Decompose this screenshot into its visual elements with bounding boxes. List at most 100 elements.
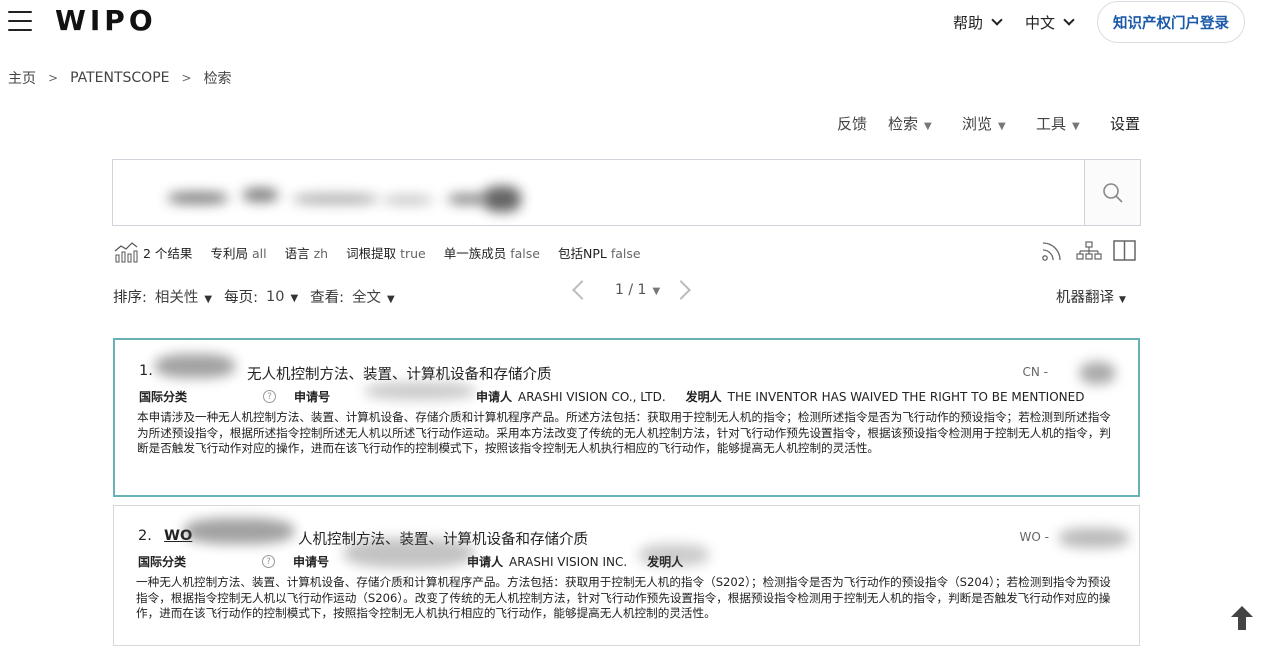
redacted-query (383, 196, 433, 204)
sort-label: 排序: (113, 290, 147, 306)
office-label: 专利局 (210, 245, 248, 261)
machine-translation-dropdown[interactable]: 机器翻译 ▼ (1056, 286, 1126, 307)
per-page-label: 每页: (224, 290, 258, 306)
help-label: 帮助 (953, 14, 984, 32)
sort-dropdown[interactable]: 相关性 ▼ (155, 286, 212, 307)
prev-page-icon[interactable] (572, 280, 592, 300)
page-indicator: 1 / 1 (615, 282, 647, 298)
hamburger-menu-icon[interactable] (8, 11, 32, 31)
dropdown-triangle-icon: ▼ (652, 286, 661, 297)
breadcrumb-current: 检索 (203, 71, 232, 87)
per-page-value: 10 (265, 288, 285, 305)
pagination: 1 / 1 ▼ (572, 280, 692, 300)
breadcrumb-home[interactable]: 主页 (8, 68, 36, 88)
language-filter: 语言 zh (285, 243, 329, 262)
search-menu-label: 检索 (888, 115, 919, 133)
view-dropdown[interactable]: 全文 ▼ (352, 286, 395, 307)
chevron-down-icon (1063, 14, 1075, 26)
results-count: 2 个结果 (143, 245, 193, 261)
dropdown-triangle-icon: ▼ (290, 292, 299, 304)
result-abstract: 一种无人机控制方法、装置、计算机设备、存储介质和计算机程序产品。方法包括：获取用… (136, 575, 1111, 620)
help-menu[interactable]: 帮助 (953, 12, 1003, 33)
help-circle-icon[interactable]: ? (262, 555, 276, 568)
search-summary: 2 个结果 专利局 all 语言 zh 词根提取 true 单一族成员 false 包括… (113, 241, 659, 263)
redacted-office-number (1080, 362, 1115, 384)
breadcrumb-patentscope[interactable]: PATENTSCOPE (70, 70, 169, 86)
result-tools (1040, 239, 1138, 263)
single-family-label: 单一族成员 (443, 245, 507, 261)
result-title[interactable]: 无人机控制方法、装置、计算机设备和存储介质 (247, 363, 552, 384)
stemming-value: true (400, 245, 426, 261)
language-menu[interactable]: 中文 (1025, 12, 1075, 33)
chevron-down-icon (991, 14, 1003, 26)
inventor-label: 发明人 (685, 390, 722, 404)
bar-chart-icon[interactable] (113, 241, 139, 263)
search-box (112, 159, 1141, 226)
ipc-label: 国际分类 (138, 555, 187, 569)
breadcrumb: 主页 > PATENTSCOPE > 检索 (8, 68, 232, 88)
rss-feed-icon[interactable] (1040, 239, 1066, 263)
machine-translation-label: 机器翻译 (1056, 290, 1114, 306)
npl-value: false (610, 245, 641, 261)
wipo-logo[interactable]: WIPO (55, 4, 157, 37)
split-view-icon[interactable] (1112, 239, 1138, 263)
next-page-icon[interactable] (671, 280, 692, 300)
applicant-value: ARASHI VISION INC. (509, 554, 628, 569)
result-abstract: 本申请涉及一种无人机控制方法、装置、计算机设备、存储介质和计算机程序产品。所述方… (137, 410, 1111, 455)
stemming-filter: 词根提取 true (346, 243, 426, 262)
office-filter: 专利局 all (210, 243, 266, 262)
view-value: 全文 (352, 290, 382, 306)
browse-menu[interactable]: 浏览 ▼ (962, 113, 1006, 134)
arrow-up-icon[interactable] (1229, 604, 1255, 632)
result-office: CN - (1022, 365, 1049, 379)
browse-menu-label: 浏览 (962, 115, 993, 133)
redacted-application-number (365, 382, 475, 400)
ipc-label: 国际分类 (139, 390, 188, 404)
result-office: WO - (1019, 530, 1049, 544)
login-button[interactable]: 知识产权门户登录 (1097, 1, 1245, 43)
redacted-office-number (1059, 528, 1129, 548)
dropdown-triangle-icon: ▼ (204, 294, 213, 305)
search-button[interactable] (1084, 160, 1140, 225)
redacted-query (448, 194, 488, 204)
feedback-link[interactable]: 反馈 (837, 113, 867, 134)
redacted-inventor (639, 544, 709, 566)
language-filter-value: zh (313, 245, 329, 261)
per-page-dropdown[interactable]: 10 ▼ (266, 289, 298, 305)
tools-menu[interactable]: 工具 ▼ (1036, 113, 1080, 134)
result-card[interactable]: 1. 无人机控制方法、装置、计算机设备和存储介质 CN - 国际分类 ? 申请号… (113, 338, 1140, 497)
dropdown-triangle-icon: ▼ (387, 294, 395, 305)
result-card[interactable]: 2. WO 人机控制方法、装置、计算机设备和存储介质 WO - 国际分类 ? 申… (113, 505, 1140, 646)
applicant-value: ARASHI VISION CO., LTD. (518, 389, 666, 404)
applicant-label: 申请人 (476, 390, 513, 404)
result-meta: 国际分类 ? 申请号 申请人 ARASHI VISION CO., LTD. 发… (139, 388, 1084, 405)
search-input[interactable] (113, 160, 1085, 225)
chevron-right-icon: > (48, 71, 59, 85)
single-family-filter: 单一族成员 false (444, 243, 540, 262)
tools-menu-label: 工具 (1036, 115, 1067, 133)
office-value: all (251, 245, 267, 261)
result-number: 1. (139, 363, 153, 379)
view-label: 查看: (310, 290, 345, 306)
settings-link[interactable]: 设置 (1110, 113, 1140, 134)
redacted-query (483, 186, 521, 212)
help-circle-icon[interactable]: ? (263, 390, 277, 403)
application-number-label: 申请号 (293, 555, 330, 569)
redacted-query (243, 188, 278, 202)
redacted-query (293, 194, 378, 204)
application-number-label: 申请号 (294, 390, 331, 404)
language-label: 中文 (1025, 14, 1056, 32)
hierarchy-icon[interactable] (1076, 239, 1102, 263)
stemming-label: 词根提取 (346, 245, 397, 261)
language-filter-label: 语言 (284, 245, 310, 261)
search-menu[interactable]: 检索 ▼ (888, 113, 932, 134)
page-dropdown[interactable]: 1 / 1 ▼ (615, 282, 660, 298)
dropdown-triangle-icon: ▼ (1072, 121, 1080, 132)
dropdown-triangle-icon: ▼ (924, 121, 932, 132)
redacted-publication-number (155, 354, 235, 378)
chevron-right-icon: > (181, 71, 192, 85)
redacted-publication-number (184, 518, 294, 544)
sort-value: 相关性 (154, 290, 199, 306)
single-family-value: false (510, 245, 540, 261)
result-controls: 排序: 相关性 ▼ 每页: 10 ▼ 查看: 全文 ▼ (113, 286, 407, 307)
